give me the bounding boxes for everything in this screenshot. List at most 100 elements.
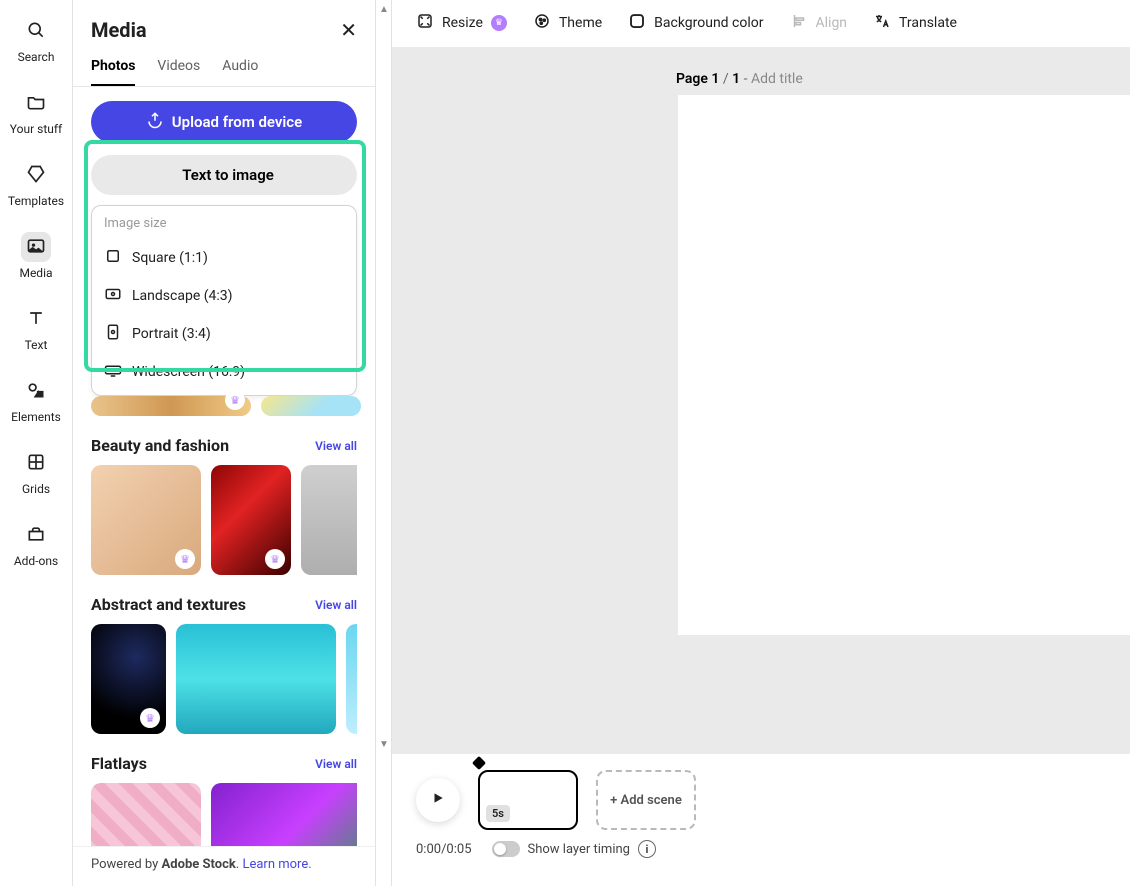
stock-thumb[interactable]: ♛ — [211, 465, 291, 575]
section-title-abstract: Abstract and textures — [91, 595, 246, 614]
translate-button[interactable]: Translate — [873, 12, 957, 34]
tab-videos[interactable]: Videos — [157, 52, 200, 86]
section-title-flatlays: Flatlays — [91, 754, 147, 773]
portrait-icon — [104, 323, 122, 345]
widescreen-icon — [104, 361, 122, 383]
left-rail: Search Your stuff Templates Media Text E… — [0, 0, 73, 886]
panel-title: Media — [91, 18, 147, 42]
footer-brand: Adobe Stock — [162, 857, 236, 872]
resize-label: Resize — [442, 15, 483, 31]
template-icon — [26, 164, 46, 187]
canvas-column: Resize ♛ Theme Background color Align Tr… — [392, 0, 1130, 886]
translate-icon — [873, 12, 891, 34]
premium-badge-icon: ♛ — [491, 15, 507, 31]
rail-yourstuff[interactable]: Your stuff — [6, 82, 66, 142]
top-toolbar: Resize ♛ Theme Background color Align Tr… — [392, 0, 1130, 47]
view-all-beauty[interactable]: View all — [315, 439, 357, 453]
theme-label: Theme — [559, 15, 602, 31]
scene-duration: 5s — [486, 805, 510, 822]
close-icon: ✕ — [340, 18, 357, 42]
close-panel-button[interactable]: ✕ — [340, 18, 357, 42]
stock-thumb[interactable]: ♛ — [91, 465, 201, 575]
text-to-image-label: Text to image — [182, 166, 274, 184]
addons-icon — [26, 524, 46, 547]
rail-addons[interactable]: Add-ons — [6, 514, 66, 574]
scene-clip[interactable]: 5s — [478, 770, 578, 830]
align-icon — [790, 12, 808, 34]
rail-yourstuff-label: Your stuff — [10, 122, 62, 136]
panel-scrollbar[interactable]: ▲ ▼ — [376, 0, 392, 886]
upload-icon — [146, 111, 164, 133]
rail-text-label: Text — [25, 338, 48, 352]
align-button: Align — [790, 12, 848, 34]
rail-templates-label: Templates — [8, 194, 64, 208]
canvas[interactable] — [678, 95, 1130, 635]
tab-photos[interactable]: Photos — [91, 52, 135, 86]
grid-icon — [26, 452, 46, 475]
dropdown-header: Image size — [92, 216, 356, 239]
media-tabs: Photos Videos Audio — [73, 52, 375, 87]
scroll-down-icon: ▼ — [379, 739, 389, 750]
resize-button[interactable]: Resize ♛ — [416, 12, 507, 34]
footer-learn-more[interactable]: Learn more. — [242, 857, 311, 872]
page-title-input[interactable]: Add title — [751, 71, 803, 87]
stock-thumb[interactable] — [176, 624, 336, 734]
size-option-portrait[interactable]: Portrait (3:4) — [92, 315, 356, 353]
layer-timing-toggle[interactable] — [492, 841, 520, 857]
stock-thumb[interactable] — [261, 396, 361, 416]
rail-elements-label: Elements — [11, 410, 61, 424]
align-label: Align — [816, 15, 848, 31]
panel-footer: Powered by Adobe Stock. Learn more. — [73, 846, 375, 886]
rail-media-label: Media — [19, 266, 52, 280]
info-icon[interactable]: i — [638, 840, 656, 858]
folder-icon — [26, 92, 46, 115]
rail-addons-label: Add-ons — [14, 554, 58, 568]
footer-text: Powered by — [91, 857, 162, 872]
view-all-abstract[interactable]: View all — [315, 598, 357, 612]
size-option-square[interactable]: Square (1:1) — [92, 239, 356, 277]
bgcolor-icon — [628, 12, 646, 34]
size-option-label: Portrait (3:4) — [132, 326, 211, 342]
size-option-label: Widescreen (16:9) — [132, 364, 245, 380]
stock-thumb[interactable]: ♛ — [91, 624, 166, 734]
stock-thumb[interactable] — [346, 624, 357, 734]
play-button[interactable] — [416, 778, 460, 822]
tab-audio[interactable]: Audio — [222, 52, 258, 86]
text-icon — [26, 308, 46, 331]
rail-search-label: Search — [18, 50, 55, 64]
rail-templates[interactable]: Templates — [6, 154, 66, 214]
view-all-flatlays[interactable]: View all — [315, 757, 357, 771]
size-option-widescreen[interactable]: Widescreen (16:9) — [92, 353, 356, 391]
rail-search[interactable]: Search — [6, 10, 66, 70]
rail-grids-label: Grids — [22, 482, 50, 496]
rail-media[interactable]: Media — [6, 226, 66, 286]
theme-button[interactable]: Theme — [533, 12, 602, 34]
upload-button[interactable]: Upload from device — [91, 101, 357, 143]
size-option-landscape[interactable]: Landscape (4:3) — [92, 277, 356, 315]
scroll-up-icon: ▲ — [379, 4, 389, 15]
translate-label: Translate — [899, 15, 957, 31]
premium-badge-icon: ♛ — [225, 390, 245, 410]
size-option-label: Square (1:1) — [132, 250, 208, 266]
square-icon — [104, 247, 122, 269]
page-info: Page 1 / 1 - Add title — [416, 71, 1130, 87]
stock-thumb[interactable]: ♛ — [91, 396, 251, 416]
bgcolor-button[interactable]: Background color — [628, 12, 763, 34]
rail-grids[interactable]: Grids — [6, 442, 66, 502]
play-icon — [431, 791, 445, 809]
premium-badge-icon: ♛ — [175, 549, 195, 569]
rail-elements[interactable]: Elements — [6, 370, 66, 430]
stock-thumb[interactable] — [301, 465, 357, 575]
add-scene-button[interactable]: + Add scene — [596, 770, 696, 830]
rail-text[interactable]: Text — [6, 298, 66, 358]
bgcolor-label: Background color — [654, 15, 763, 31]
theme-icon — [533, 12, 551, 34]
layer-timing-label: Show layer timing — [528, 842, 630, 857]
search-icon — [26, 20, 46, 43]
text-to-image-button[interactable]: Text to image — [91, 155, 357, 195]
premium-badge-icon: ♛ — [265, 549, 285, 569]
media-panel: Media ✕ Photos Videos Audio Upload from … — [73, 0, 376, 886]
canvas-stage: Page 1 / 1 - Add title — [392, 47, 1130, 754]
media-icon — [26, 236, 46, 259]
size-option-label: Landscape (4:3) — [132, 288, 233, 304]
